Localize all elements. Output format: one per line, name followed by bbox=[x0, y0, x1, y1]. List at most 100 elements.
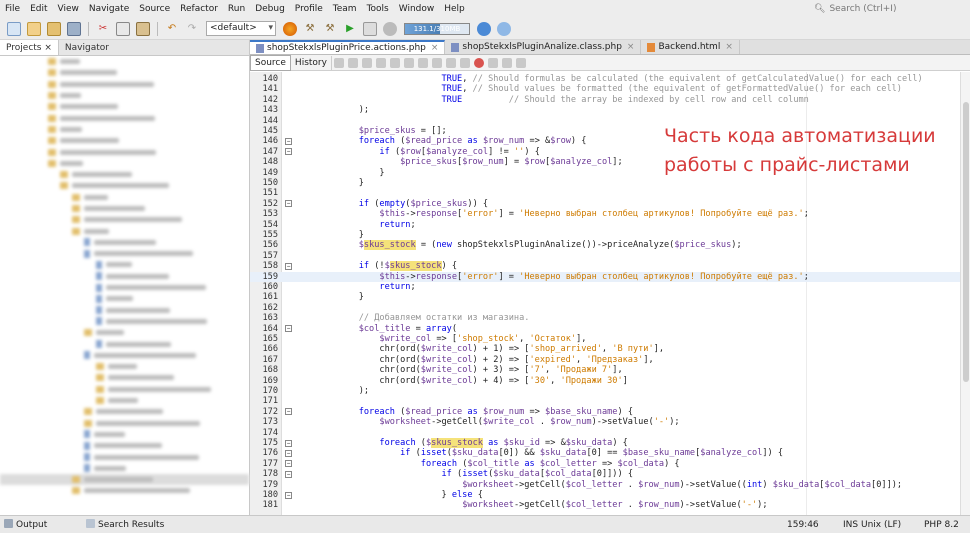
undo-icon[interactable]: ↶ bbox=[165, 22, 179, 36]
code-line[interactable]: 179 $worksheet->getCell($col_letter . $r… bbox=[250, 480, 970, 490]
code-line[interactable]: 165 $write_col => ['shop_stock', 'Остато… bbox=[250, 334, 970, 344]
code-line[interactable]: 175− foreach ($skus_stock as $sku_id => … bbox=[250, 438, 970, 448]
search-input[interactable]: Search (Ctrl+I) bbox=[829, 4, 896, 14]
code-line[interactable]: 176− if (isset($sku_data[0]) && $sku_dat… bbox=[250, 448, 970, 458]
shift-left-icon[interactable] bbox=[445, 57, 456, 68]
forward-icon[interactable] bbox=[361, 57, 372, 68]
menu-debug[interactable]: Debug bbox=[250, 0, 290, 18]
code-line[interactable]: 163 // Добавляем остатки из магазина. bbox=[250, 313, 970, 323]
code-line[interactable]: 141 TRUE, // Should values be formatted … bbox=[250, 84, 970, 94]
tree-item[interactable] bbox=[0, 271, 249, 282]
fold-toggle-icon[interactable]: − bbox=[285, 325, 292, 333]
memory-indicator[interactable]: 131.1/310MB bbox=[404, 22, 470, 35]
code-line[interactable]: 140 TRUE, // Should formulas be calculat… bbox=[250, 74, 970, 84]
tree-item[interactable] bbox=[0, 158, 249, 169]
code-line[interactable]: 169 chr(ord($write_col) + 4) => ['30', '… bbox=[250, 376, 970, 386]
source-view-button[interactable]: Source bbox=[250, 54, 291, 71]
tree-item[interactable] bbox=[0, 361, 249, 372]
find-next-icon[interactable] bbox=[403, 57, 414, 68]
debug-icon[interactable] bbox=[363, 21, 377, 36]
uncomment-icon[interactable] bbox=[515, 57, 526, 68]
paste-icon[interactable] bbox=[136, 21, 150, 36]
tree-item[interactable] bbox=[0, 180, 249, 191]
tree-item[interactable] bbox=[0, 248, 249, 259]
code-line[interactable]: 164− $col_title = array( bbox=[250, 324, 970, 334]
tab-navigator[interactable]: Navigator bbox=[59, 40, 115, 55]
code-line[interactable]: 157 bbox=[250, 251, 970, 261]
tree-item[interactable] bbox=[0, 67, 249, 78]
menu-view[interactable]: View bbox=[53, 0, 84, 18]
code-line[interactable]: 181 $worksheet->getCell($col_letter . $r… bbox=[250, 500, 970, 510]
menu-run[interactable]: Run bbox=[223, 0, 250, 18]
menu-edit[interactable]: Edit bbox=[25, 0, 52, 18]
code-line[interactable]: 159 $this->response['error'] = 'Неверно … bbox=[250, 271, 970, 282]
code-line[interactable]: 152− if (empty($price_skus)) { bbox=[250, 199, 970, 209]
code-line[interactable]: 143 ); bbox=[250, 105, 970, 115]
code-line[interactable]: 153 $this->response['error'] = 'Неверно … bbox=[250, 209, 970, 219]
code-line[interactable]: 155 } bbox=[250, 230, 970, 240]
new-project-icon[interactable] bbox=[27, 21, 41, 36]
tree-item[interactable] bbox=[0, 79, 249, 90]
tree-item[interactable] bbox=[0, 473, 249, 486]
fold-toggle-icon[interactable]: − bbox=[285, 470, 292, 478]
clean-build-icon[interactable]: ⚒ bbox=[323, 22, 337, 36]
browser-icon[interactable] bbox=[283, 21, 297, 36]
menu-source[interactable]: Source bbox=[134, 0, 175, 18]
code-line[interactable]: 156 $skus_stock = (new shopStekxlsPlugin… bbox=[250, 240, 970, 251]
output-tab[interactable]: Output bbox=[4, 516, 47, 533]
code-line[interactable]: 160 return; bbox=[250, 282, 970, 292]
tree-item[interactable] bbox=[0, 135, 249, 146]
new-file-icon[interactable] bbox=[7, 21, 21, 36]
menu-file[interactable]: File bbox=[0, 0, 25, 18]
tree-item[interactable] bbox=[0, 372, 249, 383]
code-line[interactable]: 168 chr(ord($write_col) + 3) => ['7', 'П… bbox=[250, 365, 970, 375]
redo-icon[interactable]: ↷ bbox=[185, 22, 199, 36]
code-line[interactable]: 173 $worksheet->getCell($write_col . $ro… bbox=[250, 417, 970, 427]
code-line[interactable]: 174 bbox=[250, 428, 970, 438]
record-macro-icon[interactable] bbox=[473, 57, 484, 68]
fold-toggle-icon[interactable]: − bbox=[285, 408, 292, 416]
project-tree[interactable] bbox=[0, 56, 249, 515]
tree-item[interactable] bbox=[0, 146, 249, 157]
menu-tools[interactable]: Tools bbox=[362, 0, 394, 18]
tree-item[interactable] bbox=[0, 350, 249, 361]
fold-toggle-icon[interactable]: − bbox=[285, 460, 292, 468]
tree-item[interactable] bbox=[0, 440, 249, 451]
tree-item[interactable] bbox=[0, 305, 249, 316]
close-icon[interactable]: × bbox=[431, 42, 439, 54]
run-icon[interactable]: ▶ bbox=[343, 22, 357, 36]
tree-item[interactable] bbox=[0, 429, 249, 440]
gc-icon[interactable] bbox=[477, 21, 491, 36]
tree-item[interactable] bbox=[0, 395, 249, 406]
tree-item[interactable] bbox=[0, 338, 249, 349]
fold-toggle-icon[interactable]: − bbox=[285, 200, 292, 208]
code-line[interactable]: 142 TRUE // Should the array be indexed … bbox=[250, 95, 970, 105]
tree-item[interactable] bbox=[0, 237, 249, 248]
menu-refactor[interactable]: Refactor bbox=[175, 0, 223, 18]
open-project-icon[interactable] bbox=[47, 21, 61, 36]
file-tab[interactable]: shopStekxlsPluginAnalize.class.php × bbox=[445, 40, 642, 54]
code-line[interactable]: 151 bbox=[250, 188, 970, 198]
tree-item[interactable] bbox=[0, 203, 249, 214]
menu-navigate[interactable]: Navigate bbox=[84, 0, 134, 18]
history-view-button[interactable]: History bbox=[291, 55, 332, 70]
tree-item[interactable] bbox=[0, 192, 249, 203]
tree-item[interactable] bbox=[0, 384, 249, 395]
search-box[interactable]: 🔍︎ Search (Ctrl+I) bbox=[814, 2, 964, 16]
toggle-highlight-icon[interactable] bbox=[417, 57, 428, 68]
menu-window[interactable]: Window bbox=[394, 0, 440, 18]
find-prev-icon[interactable] bbox=[389, 57, 400, 68]
tree-item[interactable] bbox=[0, 225, 249, 236]
vertical-scrollbar[interactable] bbox=[960, 72, 970, 515]
tree-item[interactable] bbox=[0, 124, 249, 135]
tree-item[interactable] bbox=[0, 418, 249, 429]
config-select[interactable]: <default> bbox=[206, 21, 276, 36]
code-line[interactable]: 162 bbox=[250, 303, 970, 313]
code-line[interactable]: 158− if (!$skus_stock) { bbox=[250, 261, 970, 272]
find-icon[interactable] bbox=[375, 57, 386, 68]
close-icon[interactable]: × bbox=[44, 43, 52, 53]
line-ending[interactable]: Unix (LF) bbox=[861, 516, 901, 533]
copy-icon[interactable] bbox=[116, 21, 130, 36]
code-line[interactable]: 171 bbox=[250, 396, 970, 406]
menu-help[interactable]: Help bbox=[439, 0, 470, 18]
